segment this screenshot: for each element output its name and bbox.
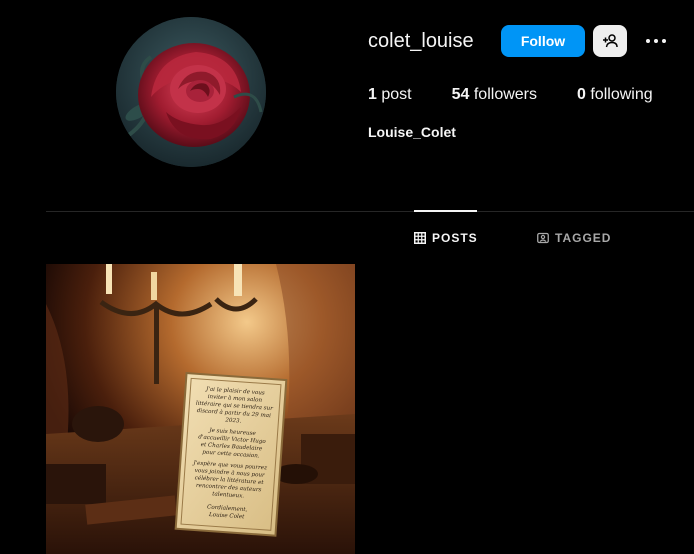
tab-posts[interactable]: POSTS [414,231,478,245]
tabs-divider [46,211,694,212]
suggested-accounts-button[interactable] [593,25,627,57]
more-options-icon [646,39,650,43]
active-tab-indicator [414,210,477,212]
rose-avatar-image [116,17,266,167]
add-user-icon [603,34,618,48]
profile-page: colet_louise Follow 1 post 54 followers … [0,0,694,554]
grid-icon [414,232,426,244]
tab-posts-label: POSTS [432,231,478,245]
followers-count[interactable]: 54 followers [452,86,537,104]
posts-count: 1 post [368,86,412,103]
follow-button[interactable]: Follow [501,25,585,57]
letter-line: 2023. [224,417,242,424]
following-count[interactable]: 0 following [577,86,653,104]
post-thumbnail[interactable]: J'ai le plaisir de vousinviter à mon sal… [46,264,355,554]
profile-full-name: Louise_Colet [368,124,456,140]
more-options-button[interactable] [642,30,670,52]
letter-candles-image: J'ai le plaisir de vousinviter à mon sal… [46,264,355,554]
tab-tagged[interactable]: TAGGED [537,231,611,245]
profile-avatar[interactable] [116,17,266,167]
profile-stats: 1 post 54 followers 0 following [368,86,693,104]
profile-username: colet_louise [368,30,474,52]
tab-tagged-label: TAGGED [555,231,612,245]
tagged-icon [537,232,549,244]
